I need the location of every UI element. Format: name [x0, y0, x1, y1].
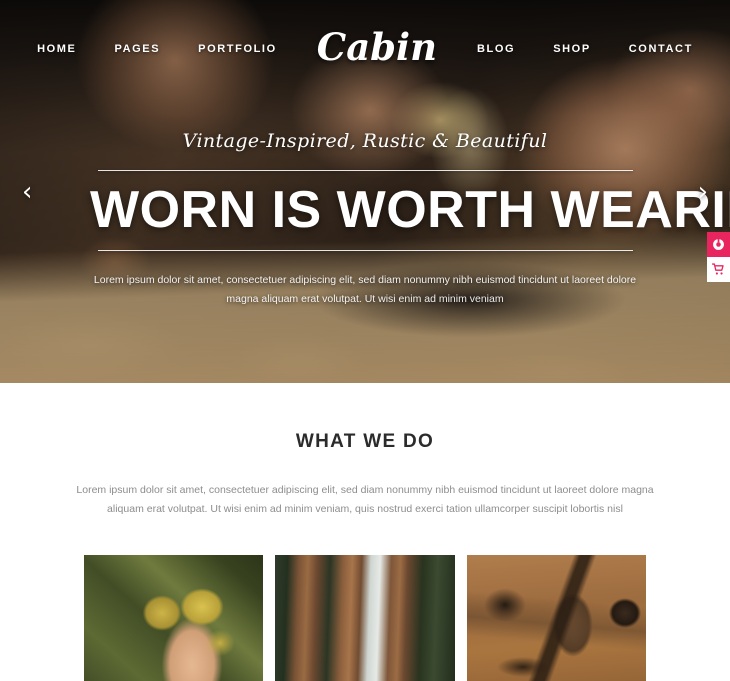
nav-item-pages[interactable]: PAGES: [114, 43, 160, 55]
nav-item-contact[interactable]: CONTACT: [629, 43, 693, 55]
slider-prev-arrow-icon[interactable]: ‹: [12, 171, 42, 213]
gallery-image-desk: [466, 554, 646, 681]
gallery-grid: [0, 554, 730, 681]
nav-item-shop[interactable]: SHOP: [553, 43, 591, 55]
gallery-item-apples[interactable]: [84, 554, 264, 681]
gallery-image-apples: [84, 554, 264, 681]
main-navigation: HOME PAGES PORTFOLIO Cabin BLOG SHOP CON…: [0, 0, 730, 98]
slider-next-arrow-icon[interactable]: ›: [688, 171, 718, 213]
hero-divider-bottom: [97, 250, 633, 251]
nav-item-blog[interactable]: BLOG: [477, 43, 515, 55]
gallery-image-forest: [275, 554, 455, 681]
nav-right-group: BLOG SHOP CONTACT: [477, 43, 693, 55]
cart-button[interactable]: [707, 257, 730, 282]
nav-left-group: HOME PAGES PORTFOLIO: [37, 43, 277, 55]
hero-description: Lorem ipsum dolor sit amet, consectetuer…: [93, 274, 637, 306]
site-logo[interactable]: Cabin: [317, 28, 437, 70]
shopping-cart-icon: [712, 263, 724, 275]
section-description: Lorem ipsum dolor sit amet, consectetuer…: [76, 484, 654, 516]
section-title: WHAT WE DO: [295, 431, 435, 452]
hero-slider: HOME PAGES PORTFOLIO Cabin BLOG SHOP CON…: [0, 0, 730, 383]
purchase-button[interactable]: [707, 232, 730, 257]
floating-side-buttons: [707, 232, 730, 282]
gallery-item-forest[interactable]: [275, 554, 455, 681]
nav-item-home[interactable]: HOME: [37, 43, 76, 55]
hero-subtitle: Vintage-Inspired, Rustic & Beautiful: [182, 130, 548, 152]
what-we-do-section: WHAT WE DO Lorem ipsum dolor sit amet, c…: [0, 383, 730, 681]
hero-title: WORN IS WORTH WEARING: [90, 181, 730, 239]
circle-badge-icon: [713, 239, 724, 250]
nav-item-portfolio[interactable]: PORTFOLIO: [198, 43, 277, 55]
gallery-item-desk[interactable]: [466, 554, 646, 681]
hero-content: Vintage-Inspired, Rustic & Beautiful WOR…: [0, 130, 730, 310]
